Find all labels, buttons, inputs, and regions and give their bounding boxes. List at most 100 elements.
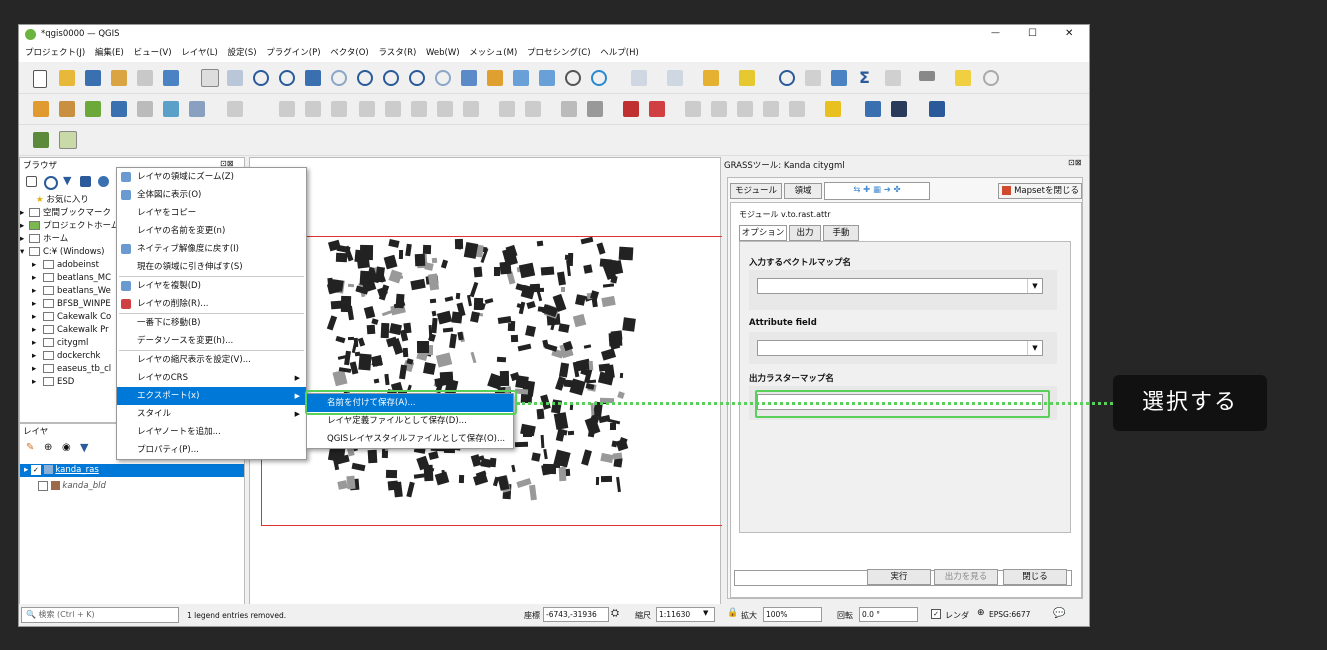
zoom-last-icon[interactable] [409,70,425,86]
add-group-icon[interactable]: ⊕ [44,442,52,453]
new-3d-view-icon[interactable] [487,70,503,86]
messages-icon[interactable]: 💬 [1053,608,1065,619]
move-label-icon[interactable] [685,101,701,117]
toolbox-icon[interactable] [885,70,901,86]
menu-web[interactable]: Web(W) [426,48,460,58]
pin-labels-icon[interactable] [587,101,603,117]
menu-help[interactable]: ヘルプ(H) [600,48,639,58]
menu-plugins[interactable]: プラグイン(P) [266,48,320,58]
context-menu-item[interactable]: エクスポート(x) ▶ [117,387,306,405]
refresh-icon[interactable] [44,176,58,190]
filter-icon[interactable]: ▼ [63,174,71,187]
menu-project[interactable]: プロジェクト(J) [25,48,85,58]
statistics-icon[interactable]: Σ [859,68,870,87]
show-hide-label-icon[interactable] [763,101,779,117]
pan-to-selection-icon[interactable] [227,70,243,86]
select-features-icon[interactable] [631,70,647,86]
context-menu-item[interactable]: レイヤの削除(R)... [117,295,306,313]
context-menu-item[interactable]: 現在の領域に引き伸ばす(S) [117,258,306,276]
magnifier-value[interactable]: 100% [763,607,822,622]
toggle-extent-icon[interactable]: ⛭ [611,608,619,619]
grass-icon[interactable] [825,101,841,117]
highlight-labels-icon[interactable] [649,101,665,117]
attribute-table-icon[interactable] [805,70,821,86]
scale-dropdown-icon[interactable]: ▼ [703,609,708,617]
menu-processing[interactable]: プロセシング(C) [527,48,591,58]
tab-manual[interactable]: 手動 [823,225,859,241]
locator-search[interactable]: 🔍 検索 (Ctrl + K) [21,607,179,623]
tab-modules[interactable]: モジュール [730,183,782,199]
delete-selected-icon[interactable] [385,101,401,117]
add-wms-icon[interactable] [189,101,205,117]
layer-checkbox[interactable] [38,480,48,491]
lock-scale-icon[interactable]: 🔒 [727,608,738,618]
minimize-button[interactable]: — [991,28,1000,38]
add-csv-icon[interactable] [137,101,153,117]
menu-view[interactable]: ビュー(V) [134,48,172,58]
properties-icon[interactable] [98,176,109,187]
help-icon[interactable] [929,101,945,117]
zoom-full-icon[interactable] [305,70,321,86]
digitize-icon[interactable] [111,101,127,117]
python-console-icon[interactable] [865,101,881,117]
undo-icon[interactable] [499,101,515,117]
grass-tools-icon[interactable] [59,131,77,149]
redo-icon[interactable] [525,101,541,117]
zoom-selection-icon[interactable] [331,70,347,86]
add-layer-icon[interactable] [59,101,75,117]
label-properties-icon[interactable] [789,101,805,117]
cut-icon[interactable] [411,101,427,117]
new-print-layout-icon[interactable] [111,70,127,86]
style-manager-icon[interactable] [163,70,179,86]
refresh-icon[interactable] [591,70,607,86]
zoom-native-icon[interactable] [383,70,399,86]
context-menu-item[interactable]: レイヤの領域にズーム(Z) [117,168,306,186]
context-menu-item[interactable]: レイヤの縮尺表示を設定(V)... [117,351,306,369]
collapse-all-icon[interactable] [80,176,91,187]
menu-vector[interactable]: ベクタ(O) [330,48,368,58]
layer-checkbox-checked[interactable]: ✓ [30,464,41,475]
menu-edit[interactable]: 編集(E) [95,48,124,58]
add-raster-icon[interactable] [163,101,179,117]
tab-module-icons[interactable]: ⇆ ✚ ▦ ➜ ✤ [824,182,930,200]
copy-icon[interactable] [437,101,453,117]
coordinate-value[interactable]: -6743,-31936 [543,607,609,622]
select-location-icon[interactable] [739,70,755,86]
change-label-icon[interactable] [737,101,753,117]
show-bookmarks-icon[interactable] [539,70,555,86]
context-menu-item[interactable]: プロパティ(P)... [117,441,306,459]
context-menu-item[interactable]: レイヤのCRS ▶ [117,369,306,387]
crs-icon[interactable]: ⊕ [977,608,985,618]
zoom-next-icon[interactable] [435,70,451,86]
context-menu-item[interactable]: レイヤノートを追加... [117,423,306,441]
xml-icon[interactable] [891,101,907,117]
save-project-icon[interactable] [85,70,101,86]
panel-float-close-icon[interactable]: ⊡⊠ [1068,158,1081,167]
zoom-in-icon[interactable] [253,70,269,86]
show-labels-icon[interactable] [623,101,639,117]
save-edits-icon[interactable] [279,101,295,117]
attribute-field-combo[interactable]: ▼ [757,340,1043,356]
paste-icon[interactable] [463,101,479,117]
deselect-icon[interactable] [703,70,719,86]
layer-row-selected[interactable]: ▸ ✓ kanda_ras [20,464,244,477]
layer-row[interactable]: kanda_bld [20,480,244,493]
context-menu-item[interactable]: レイヤを複製(D) [117,277,306,295]
digitizing-tools-icon[interactable] [33,132,49,148]
data-source-manager-icon[interactable] [33,101,49,117]
input-vector-combo[interactable]: ▼ [757,278,1043,294]
context-menu-item[interactable]: 全体図に表示(O) [117,186,306,204]
field-calculator-icon[interactable] [831,70,847,86]
close-grass-button[interactable]: 閉じる [1003,569,1067,585]
menu-raster[interactable]: ラスタ(R) [378,48,416,58]
measure-icon[interactable] [919,71,935,81]
rotation-value[interactable]: 0.0 ° [859,607,918,622]
menu-mesh[interactable]: メッシュ(M) [469,48,517,58]
close-button[interactable]: ✕ [1065,28,1073,39]
pan-icon[interactable] [201,69,219,87]
layout-manager-icon[interactable] [137,70,153,86]
modify-attributes-icon[interactable] [359,101,375,117]
vertex-tool-icon[interactable] [331,101,347,117]
tab-options[interactable]: オプション [739,225,787,241]
tab-output[interactable]: 出力 [789,225,821,241]
